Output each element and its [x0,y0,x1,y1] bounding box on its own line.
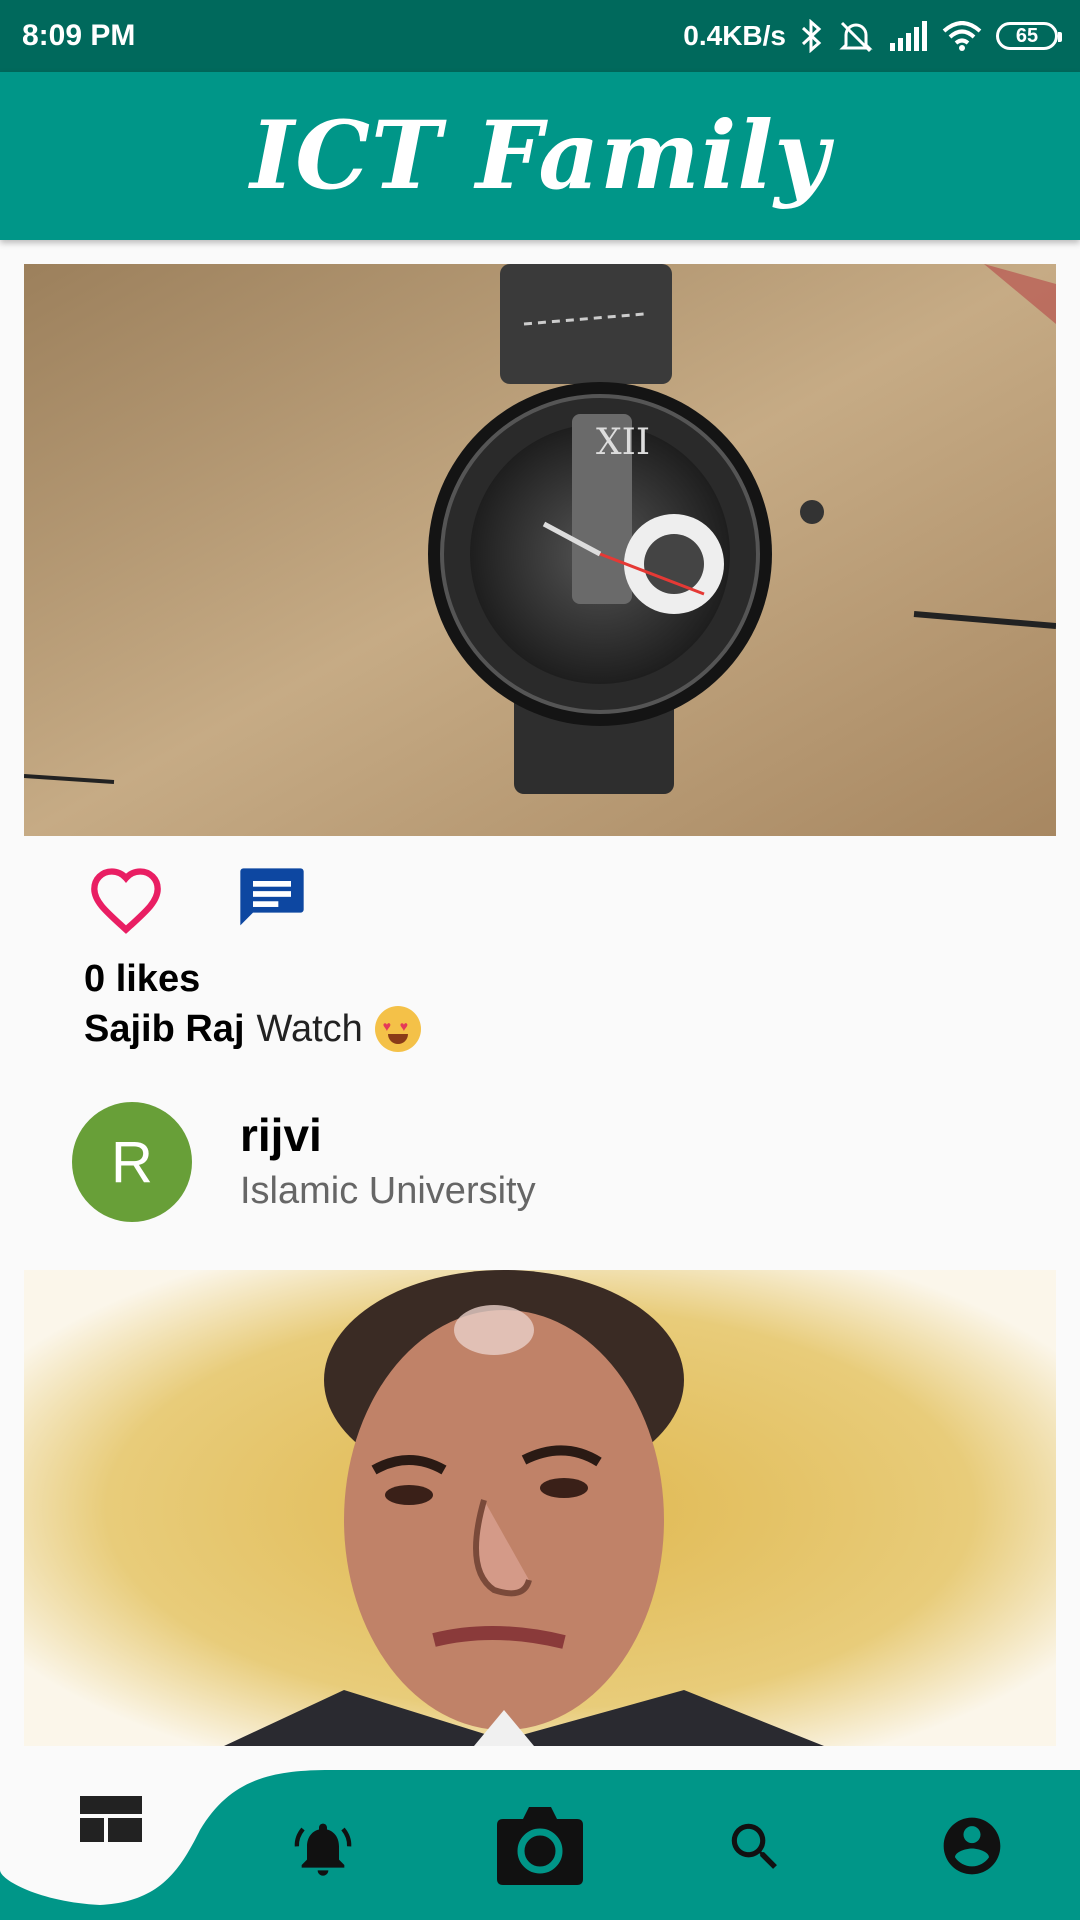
comment-icon[interactable] [234,862,310,938]
svg-text:XII: XII [596,422,650,463]
status-icons: 0.4KB/s 65 [683,19,1062,53]
post-image[interactable] [24,1270,1056,1746]
wifi-icon [942,21,982,51]
watch-photo: XII [24,264,1056,836]
app-title: ICT Family [250,101,830,211]
post-caption: Sajib Raj Watch ♥ ♥ [84,1006,421,1052]
post-user-name[interactable]: rijvi [240,1108,322,1162]
post-caption-text: Watch [256,1007,363,1050]
notifications-icon[interactable] [284,1810,362,1888]
camera-icon[interactable] [494,1802,586,1886]
net-speed: 0.4KB/s [683,20,786,51]
status-bar: 8:09 PM 0.4KB/s 65 [0,0,1080,72]
battery-icon: 65 [996,22,1062,50]
status-time: 8:09 PM [22,19,136,52]
bottom-navigation [0,1760,1080,1920]
feed-icon[interactable] [72,1780,150,1858]
post-actions [88,862,310,938]
alarm-off-icon [839,21,873,53]
likes-count: 0 likes [84,958,201,1000]
app-bar: ICT Family [0,72,1080,240]
search-icon[interactable] [716,1808,794,1886]
post-author[interactable]: Sajib Raj [84,1008,245,1051]
post-image[interactable]: XII [24,264,1056,836]
battery-level: 65 [1015,24,1039,47]
signal-icon [890,21,927,51]
heart-outline-icon[interactable] [88,862,164,938]
avatar[interactable]: R [72,1102,192,1222]
account-icon[interactable] [932,1806,1012,1886]
portrait-photo [24,1270,1056,1746]
post-user-subtitle: Islamic University [240,1170,536,1212]
heart-eyes-emoji-icon: ♥ ♥ [374,1006,421,1052]
bluetooth-icon [801,19,822,53]
